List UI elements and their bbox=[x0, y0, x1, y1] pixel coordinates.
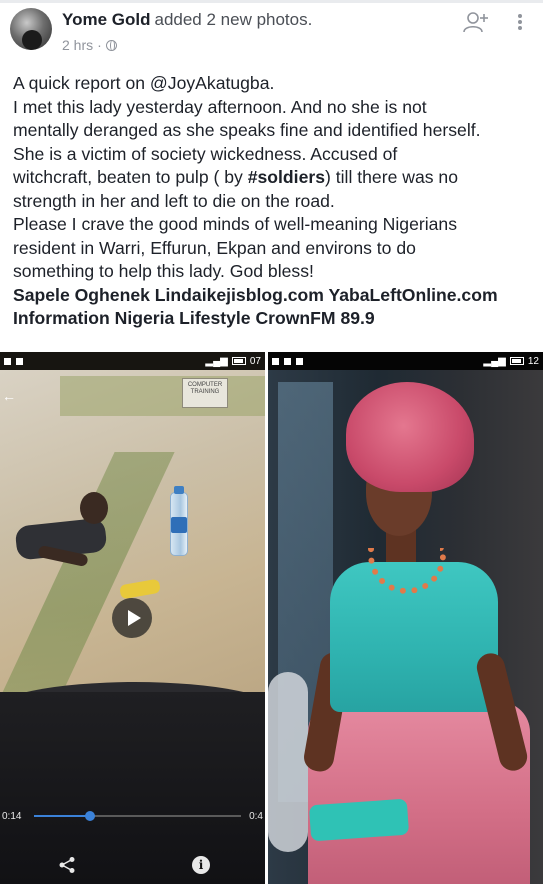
notification-icon bbox=[284, 357, 291, 365]
top-divider bbox=[0, 0, 543, 3]
post-text-line: A quick report on @JoyAkatugba. bbox=[13, 73, 275, 93]
more-dot bbox=[518, 14, 522, 18]
share-icon[interactable] bbox=[58, 856, 76, 874]
video-total-time: 0:4 bbox=[249, 810, 263, 822]
notification-icon bbox=[296, 357, 303, 365]
post-text-line: strength in her and left to die on the r… bbox=[13, 190, 335, 211]
video-photo-left[interactable]: COMPUTER TRAINING ▂▄▆ 07 ← 0:14 0:4 i bbox=[0, 352, 265, 884]
more-dot bbox=[518, 20, 522, 24]
post-text-segment: ) till there was no bbox=[325, 167, 458, 187]
lying-person bbox=[8, 492, 118, 582]
tagged-pages-line[interactable]: Information Nigeria Lifestyle CrownFM 89… bbox=[13, 307, 535, 331]
notification-icon bbox=[272, 357, 279, 365]
post-body: A quick report on @JoyAkatugba. I met th… bbox=[13, 72, 535, 331]
video-seek-handle[interactable] bbox=[84, 811, 95, 821]
avatar[interactable] bbox=[10, 8, 52, 50]
hashtag-soldiers[interactable]: #soldiers bbox=[248, 167, 325, 187]
battery-icon bbox=[509, 357, 524, 365]
signal-icon: ▂▄▆ bbox=[205, 355, 228, 367]
post-text-segment: witchcraft, beaten to pulp ( by bbox=[13, 167, 248, 187]
person-head bbox=[80, 492, 108, 524]
more-dot bbox=[518, 26, 522, 30]
video-progress-fill bbox=[34, 815, 90, 817]
post-text-line: witchcraft, beaten to pulp ( by #soldier… bbox=[13, 166, 535, 190]
video-seekbar[interactable] bbox=[34, 811, 241, 821]
battery-icon bbox=[231, 357, 246, 365]
teal-purse bbox=[308, 798, 410, 842]
add-friend-icon[interactable] bbox=[463, 10, 489, 34]
post-text-line: Please I crave the good minds of well-me… bbox=[13, 214, 457, 234]
post-meta: 2 hrs · bbox=[62, 37, 117, 53]
phone-status-bar: ▂▄▆ 07 bbox=[0, 352, 265, 370]
author-name[interactable]: Yome Gold bbox=[62, 10, 150, 29]
bottle-cap bbox=[174, 486, 184, 494]
author-line: Yome Gold added 2 new photos. bbox=[62, 10, 312, 30]
hashtag-symbol: # bbox=[247, 167, 258, 187]
info-icon[interactable]: i bbox=[192, 856, 210, 874]
post-time[interactable]: 2 hrs bbox=[62, 37, 93, 53]
post-text-line: She is a victim of society wickedness. A… bbox=[13, 143, 398, 164]
notification-icon bbox=[4, 357, 11, 365]
more-options-icon[interactable] bbox=[513, 10, 527, 34]
pink-headwrap bbox=[346, 382, 474, 492]
post-text-line: I met this lady yesterday afternoon. And… bbox=[13, 96, 427, 117]
signal-icon: ▂▄▆ bbox=[483, 355, 506, 367]
video-bottom-bar: i bbox=[0, 848, 265, 884]
tagged-pages-line[interactable]: Sapele Oghenek Lindaikejisblog.com YabaL… bbox=[13, 284, 535, 308]
roadside-sign: COMPUTER TRAINING bbox=[182, 378, 228, 408]
photo-grid: COMPUTER TRAINING ▂▄▆ 07 ← 0:14 0:4 i ▂▄… bbox=[0, 352, 543, 884]
play-icon[interactable] bbox=[112, 598, 152, 638]
meta-separator: · bbox=[97, 37, 102, 53]
post-text-line: mentally deranged as she speaks fine and… bbox=[13, 120, 481, 140]
plastic-chair bbox=[268, 672, 308, 852]
notification-icon bbox=[16, 357, 23, 365]
phone-status-bar: ▂▄▆ 12 bbox=[268, 352, 543, 370]
bottle-label bbox=[171, 517, 187, 533]
video-controls: 0:14 0:4 bbox=[0, 804, 265, 828]
back-arrow-icon: ← bbox=[2, 388, 16, 404]
post-action: added 2 new photos. bbox=[154, 10, 313, 29]
post-text-line: something to help this lady. God bless! bbox=[13, 261, 314, 281]
video-elapsed-time: 0:14 bbox=[2, 810, 22, 822]
globe-icon bbox=[105, 39, 117, 51]
photo-right[interactable]: ▂▄▆ 12 bbox=[268, 352, 543, 884]
grass-area bbox=[60, 376, 265, 416]
status-time: 12 bbox=[527, 355, 539, 367]
post-text-line: resident in Warri, Effurun, Ekpan and en… bbox=[13, 237, 416, 258]
play-triangle bbox=[127, 610, 141, 626]
hashtag-text: soldiers bbox=[257, 167, 325, 187]
status-time: 07 bbox=[249, 355, 261, 367]
post-header: Yome Gold added 2 new photos. 2 hrs · bbox=[10, 8, 533, 58]
